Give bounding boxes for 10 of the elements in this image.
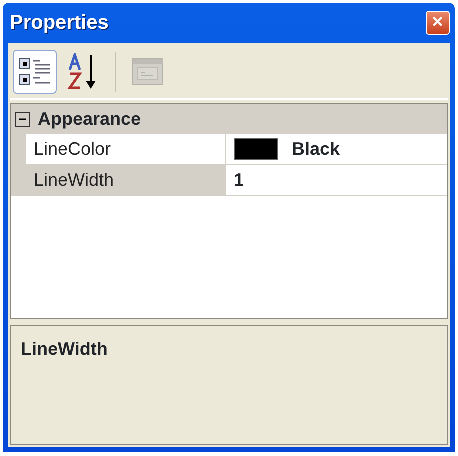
categorized-view-button[interactable] — [13, 50, 57, 94]
category-label: Appearance — [38, 108, 142, 131]
category-row[interactable]: Appearance — [11, 104, 447, 134]
property-name[interactable]: LineColor — [26, 134, 226, 164]
property-value[interactable]: 1 — [234, 166, 244, 194]
property-name[interactable]: LineWidth — [26, 165, 226, 195]
collapse-toggle[interactable] — [15, 112, 30, 126]
property-value[interactable]: Black — [292, 136, 340, 162]
window-title: Properties — [10, 11, 109, 36]
description-title: LineWidth — [21, 338, 109, 361]
